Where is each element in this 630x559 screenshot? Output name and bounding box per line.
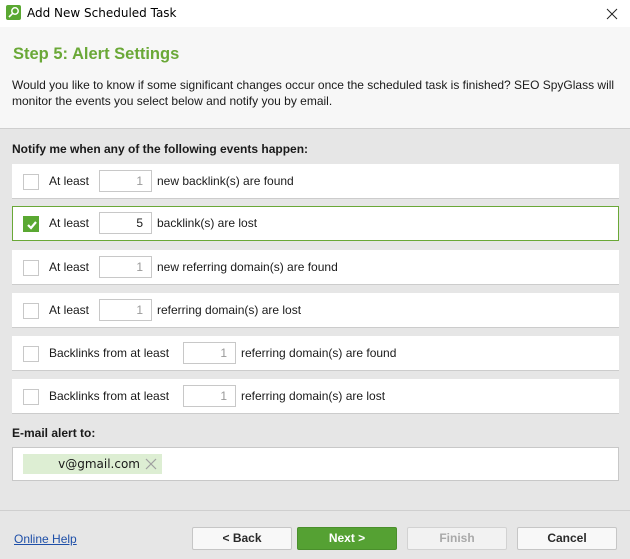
next-button[interactable]: Next > (297, 527, 397, 550)
event-checkbox[interactable] (23, 346, 39, 362)
event-suffix: referring domain(s) are lost (241, 389, 386, 403)
online-help-link[interactable]: Online Help (14, 532, 77, 546)
email-address: v@gmail.com (58, 457, 140, 471)
event-suffix: referring domain(s) are lost (157, 303, 302, 317)
email-label: E-mail alert to: (12, 426, 96, 440)
event-prefix: At least (49, 174, 90, 188)
title-bar: Add New Scheduled Task (0, 0, 630, 27)
step-description: Would you like to know if some significa… (12, 78, 615, 108)
window-title: Add New Scheduled Task (27, 6, 177, 20)
event-prefix: At least (49, 260, 90, 274)
event-prefix: At least (49, 303, 90, 317)
email-tag: v@gmail.com (23, 454, 162, 474)
event-checkbox[interactable] (23, 174, 39, 190)
event-row-backlinks-lost: At least 5 backlink(s) are lost (12, 206, 619, 241)
event-suffix: referring domain(s) are found (241, 346, 397, 360)
event-threshold-input[interactable]: 1 (99, 170, 152, 192)
cancel-button[interactable]: Cancel (517, 527, 617, 550)
event-threshold-input[interactable]: 5 (99, 212, 152, 234)
event-threshold-input[interactable]: 1 (99, 299, 152, 321)
finish-button[interactable]: Finish (407, 527, 507, 550)
event-row-new-referring-domains-found: At least 1 new referring domain(s) are f… (12, 250, 619, 285)
close-icon (606, 8, 618, 19)
back-button[interactable]: < Back (192, 527, 292, 550)
event-threshold-input[interactable]: 1 (183, 342, 236, 364)
event-row-new-backlinks-found: At least 1 new backlink(s) are found (12, 164, 619, 199)
event-prefix: Backlinks from at least (49, 389, 170, 403)
event-threshold-input[interactable]: 1 (183, 385, 236, 407)
magnifier-icon (6, 5, 21, 20)
wizard-header: Step 5: Alert Settings Would you like to… (0, 27, 630, 129)
event-prefix: Backlinks from at least (49, 346, 170, 360)
event-threshold-input[interactable]: 1 (99, 256, 152, 278)
email-recipients-input[interactable]: v@gmail.com (12, 447, 619, 481)
event-suffix: backlink(s) are lost (157, 216, 258, 230)
event-suffix: new backlink(s) are found (157, 174, 294, 188)
event-prefix: At least (49, 216, 90, 230)
event-checkbox[interactable] (23, 260, 39, 276)
step-title: Step 5: Alert Settings (13, 45, 180, 63)
event-checkbox[interactable] (23, 389, 39, 405)
event-row-backlinks-from-domains-lost: Backlinks from at least 1 referring doma… (12, 379, 619, 414)
remove-email-icon[interactable] (145, 458, 157, 470)
event-checkbox[interactable] (23, 303, 39, 319)
checkmark-icon (27, 221, 37, 230)
event-row-referring-domains-lost: At least 1 referring domain(s) are lost (12, 293, 619, 328)
event-checkbox-checked[interactable] (23, 216, 39, 232)
event-row-backlinks-from-domains-found: Backlinks from at least 1 referring doma… (12, 336, 619, 371)
footer-divider (0, 510, 630, 511)
event-suffix: new referring domain(s) are found (157, 260, 338, 274)
close-button[interactable] (594, 0, 630, 27)
events-label: Notify me when any of the following even… (12, 142, 309, 156)
